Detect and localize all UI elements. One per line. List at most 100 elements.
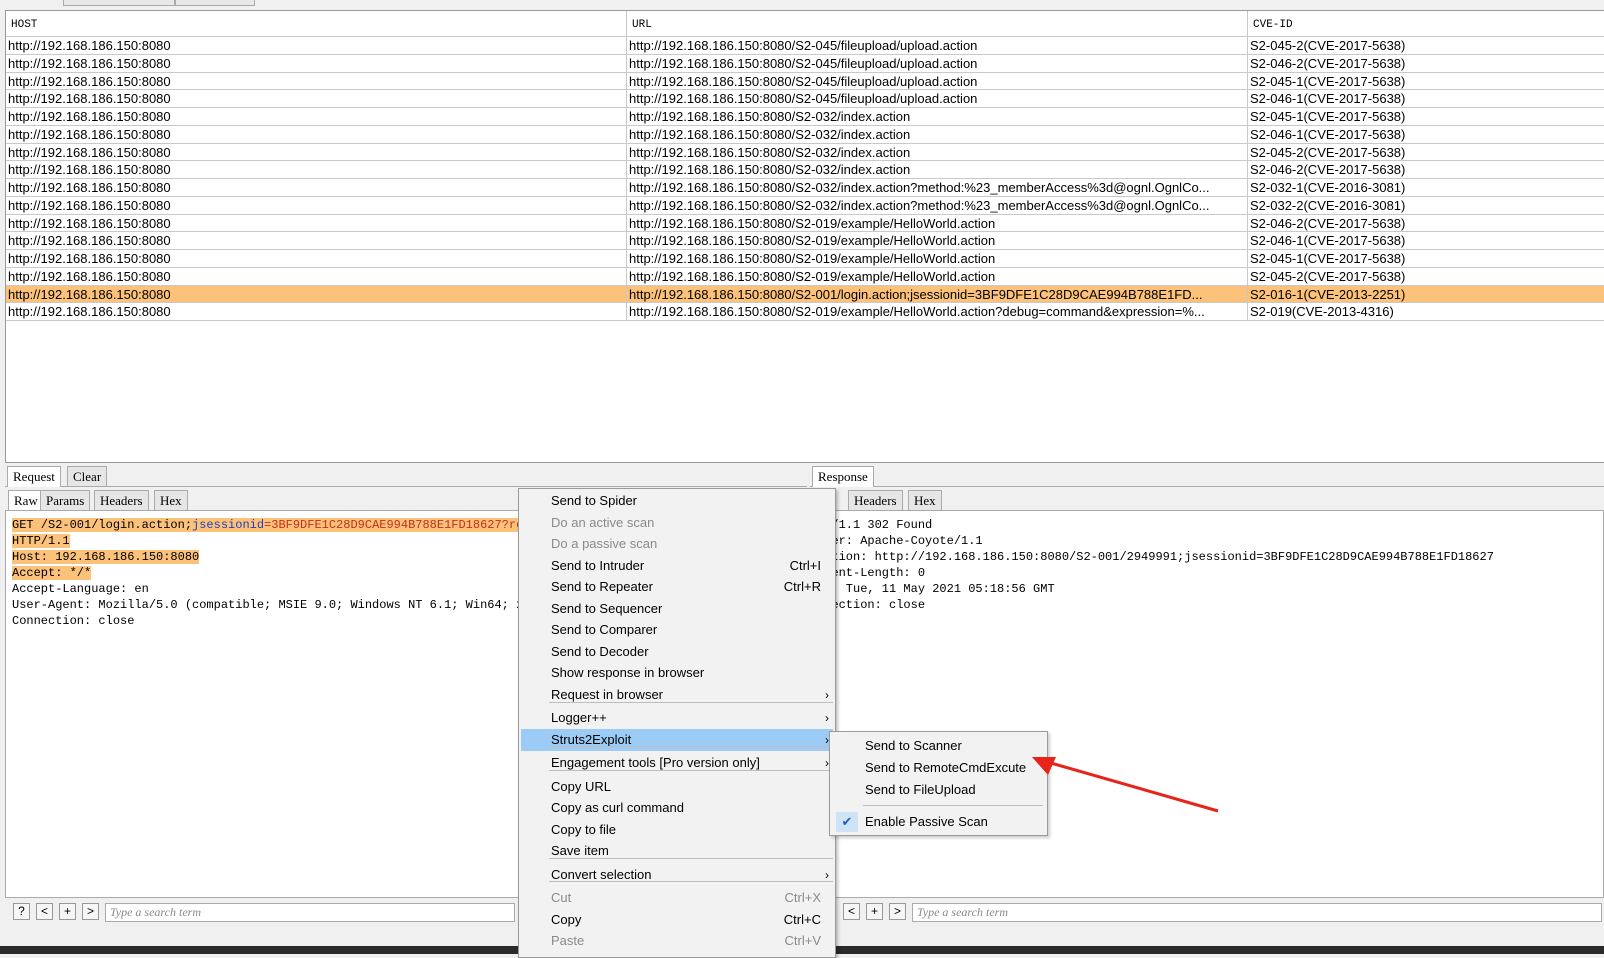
table-row[interactable]: http://192.168.186.150:8080 http://192.16… [6,161,1604,179]
menu-separator [549,746,833,747]
menu-item-shortcut: Ctrl+C [783,912,821,927]
table-row[interactable]: http://192.168.186.150:8080 http://192.16… [6,125,1604,144]
cve-cell: S2-045-2(CVE-2017-5638) [1248,268,1604,285]
menu-item-send-to-spider[interactable]: Send to Spider [521,490,833,512]
table-row[interactable]: http://192.168.186.150:8080 http://192.16… [6,54,1604,73]
cve-cell: S2-016-1(CVE-2013-2251) [1248,286,1604,303]
table-row[interactable]: http://192.168.186.150:8080 http://192.16… [6,285,1604,304]
url-cell: http://192.168.186.150:8080/S2-032/index… [627,179,1248,196]
column-header-host[interactable]: HOST [6,11,627,36]
host-cell: http://192.168.186.150:8080 [6,72,627,90]
cve-cell: S2-046-2(CVE-2017-5638) [1248,55,1604,72]
host-cell: http://192.168.186.150:8080 [6,125,627,143]
table-row[interactable]: http://192.168.186.150:8080 http://192.16… [6,37,1604,55]
column-header-url[interactable]: URL [627,11,1248,36]
table-row[interactable]: http://192.168.186.150:8080 http://192.16… [6,90,1604,108]
menu-item-do-an-active-scan[interactable]: Do an active scan [521,512,833,534]
next-button[interactable]: > [82,903,99,920]
url-cell: http://192.168.186.150:8080/S2-045/fileu… [627,90,1248,108]
add-button[interactable]: + [59,903,76,920]
previous-button[interactable]: < [843,903,860,920]
request-tabbar: Request Clear [5,464,807,487]
menu-item-logger[interactable]: Logger++ › [521,707,833,729]
table-row[interactable]: http://192.168.186.150:8080 http://192.16… [6,267,1604,286]
table-row[interactable]: http://192.168.186.150:8080 http://192.16… [6,232,1604,250]
cve-cell: S2-046-1(CVE-2017-5638) [1248,126,1604,143]
menu-item-label: Send to Sequencer [551,601,663,616]
table-row[interactable]: http://192.168.186.150:8080 http://192.16… [6,303,1604,321]
menu-item-label: Copy as curl command [551,800,684,815]
results-table: HOST URL CVE-ID http://192.168.186.150:8… [5,10,1604,463]
request-search-input[interactable]: Type a search term [105,903,515,922]
next-button[interactable]: > [889,903,906,920]
add-button[interactable]: + [866,903,883,920]
tab-request[interactable]: Request [7,466,61,487]
top-tab-1[interactable] [63,0,175,6]
previous-button[interactable]: < [36,903,53,920]
subtab-params[interactable]: Params [40,490,91,510]
enable-passive-scan-label: Enable Passive Scan [865,814,988,829]
cve-cell: S2-046-1(CVE-2017-5638) [1248,232,1604,249]
response-line-4: ntent-Length: 0 [817,566,926,580]
cve-cell: S2-045-2(CVE-2017-5638) [1248,37,1604,54]
menu-item-send-to-comparer[interactable]: Send to Comparer [521,619,833,641]
request-line-1-highlight: GET /S2-001/login.action;jsessionid=3BF9… [12,518,531,532]
struts2exploit-submenu: Send to Scanner Send to RemoteCmdExcute … [829,731,1048,836]
menu-item-shortcut: Ctrl+R [783,579,821,594]
cve-cell: S2-019(CVE-2013-4316) [1248,303,1604,320]
menu-item-convert-selection[interactable]: Convert selection › [521,864,833,886]
submenu-separator [863,805,1043,806]
tab-clear[interactable]: Clear [67,466,108,486]
table-row[interactable]: http://192.168.186.150:8080 http://192.16… [6,196,1604,215]
response-searchbar: < + > Type a search term [810,901,1604,923]
menu-item-show-response-in-browser[interactable]: Show response in browser [521,662,833,684]
menu-item-send-to-sequencer[interactable]: Send to Sequencer [521,598,833,620]
subtab-headers[interactable]: Headers [848,490,903,510]
subtab-raw[interactable]: Raw [8,490,44,510]
table-row[interactable]: http://192.168.186.150:8080 http://192.16… [6,250,1604,268]
subtab-hex[interactable]: Hex [908,490,942,510]
top-tab-2[interactable] [175,0,255,6]
table-row[interactable]: http://192.168.186.150:8080 http://192.16… [6,179,1604,197]
table-row[interactable]: http://192.168.186.150:8080 http://192.16… [6,108,1604,126]
table-row[interactable]: http://192.168.186.150:8080 http://192.16… [6,214,1604,233]
response-line-5: te: Tue, 11 May 2021 05:18:56 GMT [817,582,1055,596]
menu-item-struts2exploit[interactable]: Struts2Exploit › [521,729,833,751]
subtab-hex[interactable]: Hex [154,490,188,510]
url-cell: http://192.168.186.150:8080/S2-032/index… [627,143,1248,161]
menu-item-cut[interactable]: Cut Ctrl+X [521,887,833,909]
url-cell: http://192.168.186.150:8080/S2-032/index… [627,196,1248,214]
column-header-cve[interactable]: CVE-ID [1248,11,1604,36]
menu-item-copy[interactable]: Copy Ctrl+C [521,909,833,931]
cve-cell: S2-046-2(CVE-2017-5638) [1248,215,1604,232]
tab-response[interactable]: Response [812,466,874,487]
subtab-headers[interactable]: Headers [94,490,149,510]
menu-item-shortcut: Ctrl+I [789,558,821,573]
send-to-remotecmdexcute-item[interactable]: Send to RemoteCmdExcute [832,757,1044,779]
url-cell: http://192.168.186.150:8080/S2-019/examp… [627,232,1248,250]
send-to-fileupload-item[interactable]: Send to FileUpload [832,779,1044,801]
menu-item-paste[interactable]: Paste Ctrl+V [521,930,833,952]
send-to-scanner-item[interactable]: Send to Scanner [832,735,1044,757]
menu-item-do-a-passive-scan[interactable]: Do a passive scan [521,533,833,555]
chevron-right-icon: › [825,868,829,882]
menu-item-copy-url[interactable]: Copy URL [521,776,833,798]
menu-separator [549,858,833,859]
table-row[interactable]: http://192.168.186.150:8080 http://192.16… [6,72,1604,91]
response-editor[interactable]: TP/1.1 302 Found rver: Apache-Coyote/1.1… [810,510,1604,898]
menu-item-send-to-intruder[interactable]: Send to Intruder Ctrl+I [521,555,833,577]
response-search-input[interactable]: Type a search term [912,903,1602,922]
menu-item-send-to-decoder[interactable]: Send to Decoder [521,641,833,663]
cve-cell: S2-045-2(CVE-2017-5638) [1248,144,1604,161]
menu-item-send-to-repeater[interactable]: Send to Repeater Ctrl+R [521,576,833,598]
menu-item-copy-as-curl-command[interactable]: Copy as curl command [521,797,833,819]
table-row[interactable]: http://192.168.186.150:8080 http://192.16… [6,143,1604,162]
host-cell: http://192.168.186.150:8080 [6,54,627,72]
cve-cell: S2-032-1(CVE-2016-3081) [1248,179,1604,196]
cve-cell: S2-045-1(CVE-2017-5638) [1248,108,1604,125]
enable-passive-scan-item[interactable]: ✔ Enable Passive Scan [832,811,1044,833]
menu-item-label: Copy to file [551,822,617,837]
url-cell: http://192.168.186.150:8080/S2-045/fileu… [627,37,1248,54]
menu-item-copy-to-file[interactable]: Copy to file [521,819,833,841]
help-button[interactable]: ? [13,903,30,920]
